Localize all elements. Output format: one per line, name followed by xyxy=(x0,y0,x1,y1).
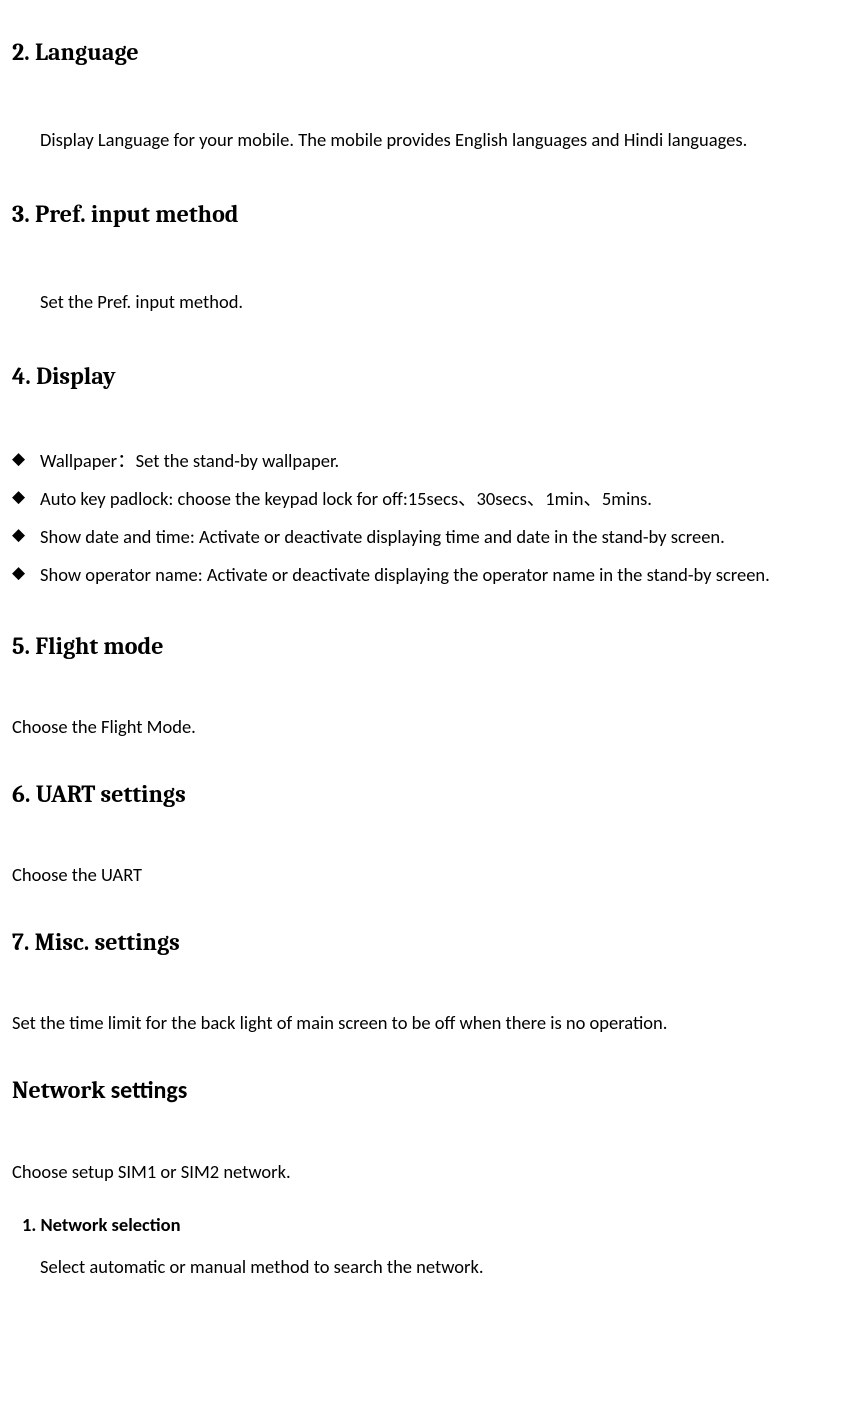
heading-display: 4. Display xyxy=(12,360,856,392)
heading-settings-word: settings xyxy=(111,1076,188,1105)
subheading-network-selection: 1. Network selection xyxy=(22,1213,856,1238)
list-item: Wallpaper：Set the stand-by wallpaper. xyxy=(12,442,856,480)
body-network: Choose setup SIM1 or SIM2 network. xyxy=(12,1157,856,1187)
body-uart: Choose the UART xyxy=(12,860,856,890)
list-item: Auto key padlock: choose the keypad lock… xyxy=(12,480,856,518)
list-item: Show date and time: Activate or deactiva… xyxy=(12,518,856,556)
heading-flight-mode: 5. Flight mode xyxy=(12,630,856,662)
heading-misc: 7. Misc. settings xyxy=(12,926,856,958)
heading-uart: 6. UART settings xyxy=(12,778,856,810)
heading-pref-input: 3. Pref. input method xyxy=(12,198,856,230)
heading-network-word: Network xyxy=(12,1076,111,1104)
heading-network-settings: Network settings xyxy=(12,1074,856,1107)
list-item: Show operator name: Activate or deactiva… xyxy=(12,556,856,594)
display-bullet-list: Wallpaper：Set the stand-by wallpaper. Au… xyxy=(12,442,856,594)
body-flight-mode: Choose the Flight Mode. xyxy=(12,712,856,742)
body-misc: Set the time limit for the back light of… xyxy=(12,1008,856,1038)
body-pref-input: Set the Pref. input method. xyxy=(40,280,856,323)
body-network-selection: Select automatic or manual method to sea… xyxy=(40,1252,856,1282)
heading-language: 2. Language xyxy=(12,36,856,68)
body-language: Display Language for your mobile. The mo… xyxy=(40,118,856,161)
